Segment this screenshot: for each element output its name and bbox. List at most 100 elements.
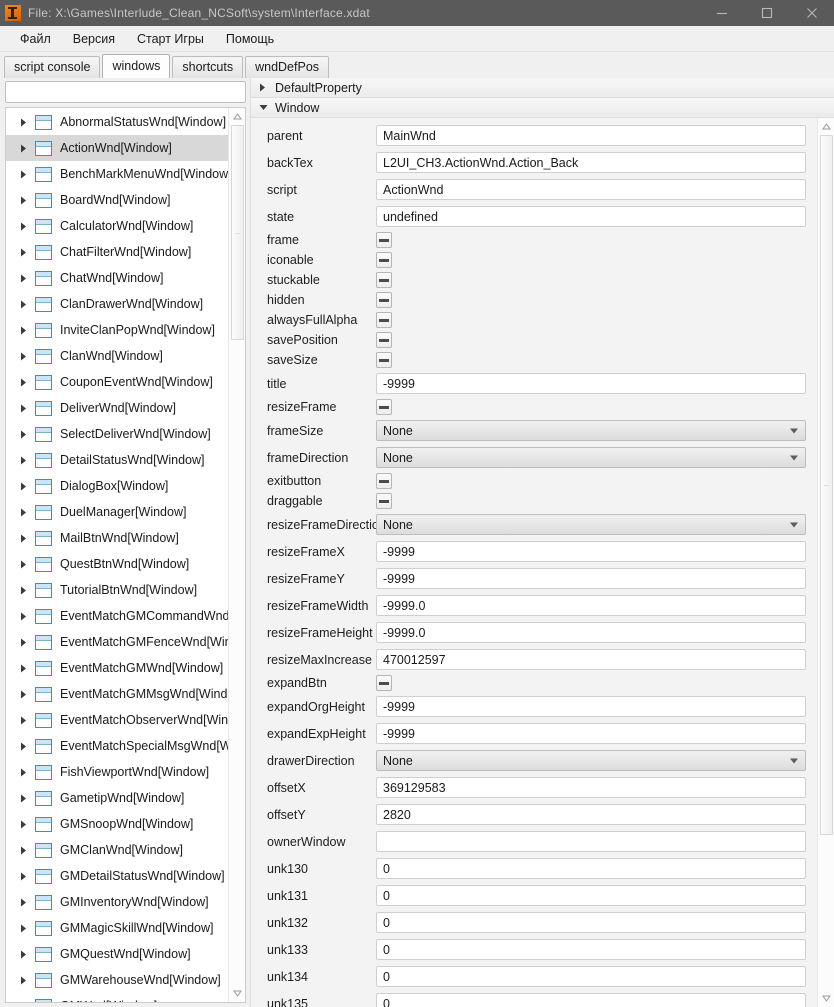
property-checkbox[interactable] [376,399,392,415]
property-dropdown[interactable]: None [376,514,806,535]
group-header-window[interactable]: Window [251,98,834,118]
chevron-right-icon[interactable] [20,534,33,543]
property-checkbox[interactable] [376,473,392,489]
tree-item[interactable]: AbnormalStatusWnd[Window] [6,109,228,135]
property-input[interactable] [376,206,806,227]
chevron-right-icon[interactable] [20,482,33,491]
tree-item[interactable]: BenchMarkMenuWnd[Window] [6,161,228,187]
chevron-right-icon[interactable] [20,300,33,309]
tree-item[interactable]: EventMatchGMMsgWnd[Window] [6,681,228,707]
chevron-right-icon[interactable] [20,638,33,647]
tree-item[interactable]: GMWarehouseWnd[Window] [6,967,228,993]
minimize-icon[interactable] [699,0,744,26]
property-dropdown[interactable]: None [376,750,806,771]
property-input[interactable] [376,179,806,200]
tree-item[interactable]: DuelManager[Window] [6,499,228,525]
property-input[interactable] [376,939,806,960]
tree-item[interactable]: CalculatorWnd[Window] [6,213,228,239]
chevron-right-icon[interactable] [20,248,33,257]
chevron-right-icon[interactable] [20,196,33,205]
property-input[interactable] [376,723,806,744]
tree-item[interactable]: EventMatchObserverWnd[Window] [6,707,228,733]
chevron-right-icon[interactable] [20,1002,33,1003]
chevron-right-icon[interactable] [20,274,33,283]
tree-item[interactable]: GMSnoopWnd[Window] [6,811,228,837]
property-input[interactable] [376,541,806,562]
tree-item[interactable]: QuestBtnWnd[Window] [6,551,228,577]
chevron-right-icon[interactable] [20,950,33,959]
tree-item[interactable]: TutorialBtnWnd[Window] [6,577,228,603]
chevron-right-icon[interactable] [20,898,33,907]
property-checkbox[interactable] [376,493,392,509]
tree-item[interactable]: GMInventoryWnd[Window] [6,889,228,915]
property-input[interactable] [376,152,806,173]
property-input[interactable] [376,966,806,987]
chevron-right-icon[interactable] [20,612,33,621]
tree-scrollbar[interactable] [228,108,245,1002]
property-input[interactable] [376,993,806,1007]
chevron-right-icon[interactable] [20,820,33,829]
tab-windows[interactable]: windows [102,54,171,78]
scroll-down-icon[interactable] [229,985,246,1002]
tree-scroll-thumb[interactable] [230,125,244,340]
close-icon[interactable] [789,0,834,26]
chevron-right-icon[interactable] [20,430,33,439]
property-input[interactable] [376,804,806,825]
property-checkbox[interactable] [376,352,392,368]
tree-item[interactable]: DetailStatusWnd[Window] [6,447,228,473]
chevron-right-icon[interactable] [20,456,33,465]
property-input[interactable] [376,885,806,906]
chevron-right-icon[interactable] [20,846,33,855]
chevron-right-icon[interactable] [20,352,33,361]
tab-shortcuts[interactable]: shortcuts [172,56,244,78]
tree-item[interactable]: FishViewportWnd[Window] [6,759,228,785]
property-input[interactable] [376,622,806,643]
property-scroll-thumb[interactable] [819,135,833,835]
property-checkbox[interactable] [376,232,392,248]
property-checkbox[interactable] [376,675,392,691]
tree-item[interactable]: ActionWnd[Window] [6,135,228,161]
tab-wnddefpos[interactable]: wndDefPos [245,56,330,78]
property-checkbox[interactable] [376,252,392,268]
chevron-right-icon[interactable] [20,664,33,673]
property-input[interactable] [376,831,806,852]
chevron-right-icon[interactable] [20,768,33,777]
property-input[interactable] [376,912,806,933]
tree-item[interactable]: GMQuestWnd[Window] [6,941,228,967]
chevron-right-icon[interactable] [20,794,33,803]
chevron-right-icon[interactable] [20,560,33,569]
chevron-right-icon[interactable] [20,690,33,699]
tree-item[interactable]: MailBtnWnd[Window] [6,525,228,551]
chevron-right-icon[interactable] [20,924,33,933]
chevron-right-icon[interactable] [20,508,33,517]
chevron-right-icon[interactable] [20,326,33,335]
scroll-up-icon[interactable] [229,108,246,125]
tab-script-console[interactable]: script console [4,56,101,78]
tree-item[interactable]: EventMatchSpecialMsgWnd[Window] [6,733,228,759]
tree-item[interactable]: ChatFilterWnd[Window] [6,239,228,265]
property-scroll-track[interactable] [818,135,834,990]
scroll-down-icon[interactable] [818,990,834,1007]
tree-item[interactable]: GMWnd[Window] [6,993,228,1002]
tree-item[interactable]: GMClanWnd[Window] [6,837,228,863]
chevron-right-icon[interactable] [20,144,33,153]
menu-item-1[interactable]: Версия [62,29,126,49]
property-input[interactable] [376,595,806,616]
chevron-right-icon[interactable] [20,404,33,413]
chevron-right-icon[interactable] [20,222,33,231]
tree-item[interactable]: GMDetailStatusWnd[Window] [6,863,228,889]
property-input[interactable] [376,125,806,146]
property-checkbox[interactable] [376,272,392,288]
menu-item-3[interactable]: Помощь [215,29,285,49]
property-dropdown[interactable]: None [376,447,806,468]
tree-item[interactable]: GMMagicSkillWnd[Window] [6,915,228,941]
tree-item[interactable]: DialogBox[Window] [6,473,228,499]
chevron-right-icon[interactable] [20,716,33,725]
chevron-right-icon[interactable] [20,170,33,179]
property-input[interactable] [376,858,806,879]
tree-item[interactable]: ClanDrawerWnd[Window] [6,291,228,317]
tree-item[interactable]: CouponEventWnd[Window] [6,369,228,395]
property-dropdown[interactable]: None [376,420,806,441]
property-scrollbar[interactable] [817,118,834,1007]
property-input[interactable] [376,696,806,717]
